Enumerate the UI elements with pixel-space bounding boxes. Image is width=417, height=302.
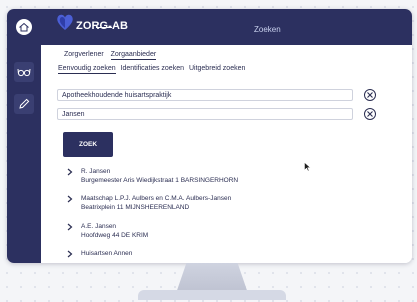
close-icon (367, 92, 373, 98)
close-icon (367, 111, 373, 117)
tab-eenvoudig-zoeken[interactable]: Eenvoudig zoeken (58, 65, 116, 74)
sidebar (7, 9, 41, 263)
search-name-field[interactable]: Jansen (57, 108, 353, 120)
glasses-icon (17, 68, 31, 77)
result-address: Burgemeester Aris Wiedijkstraat 1 BARSIN… (81, 177, 239, 184)
search-mode-tabs: Eenvoudig zoeken Identificaties zoeken U… (58, 65, 248, 74)
app-logo-text: ZORG-AB (76, 20, 129, 32)
clear-type-button[interactable] (364, 89, 376, 101)
logo-strike-line (96, 27, 112, 28)
main-content: Zorgverlener Zorgaanbieder Eenvoudig zoe… (41, 45, 412, 263)
monitor-screen: ZORG-AB Zoeken Zorgverlener Zorgaanbiede… (7, 9, 412, 263)
tab-zorgaanbieder[interactable]: Zorgaanbieder (110, 51, 157, 60)
header-bar: ZORG-AB Zoeken (41, 9, 412, 45)
monitor-base (138, 290, 286, 300)
chevron-right-icon (67, 195, 73, 203)
result-name: R. Jansen (81, 168, 111, 175)
search-button[interactable]: ZOEK (63, 132, 113, 157)
result-name: Huisartsen Annen (81, 250, 133, 257)
edit-nav-button[interactable] (14, 94, 34, 114)
chevron-right-icon (67, 223, 73, 231)
heart-logo-icon (57, 14, 73, 30)
tab-identificaties-zoeken[interactable]: Identificaties zoeken (121, 65, 184, 72)
pencil-icon (19, 98, 30, 109)
result-name: Maatschap L.P.J. Aulbers en C.M.A. Aulbe… (81, 195, 232, 202)
page-title: Zoeken (254, 25, 281, 34)
search-type-field[interactable]: Apotheekhoudende huisartspraktijk (57, 89, 353, 101)
home-button[interactable] (16, 19, 32, 35)
tab-zorgverlener[interactable]: Zorgverlener (64, 51, 104, 58)
result-address: Hoofdweg 44 DE KRIM (81, 232, 149, 239)
result-address: Beatrixplein 11 MIJNSHEERENLAND (81, 204, 190, 211)
chevron-right-icon (67, 250, 73, 258)
chevron-right-icon (67, 168, 73, 176)
provider-type-tabs: Zorgverlener Zorgaanbieder (64, 51, 161, 60)
mouse-cursor-icon (304, 162, 311, 172)
tab-uitgebreid-zoeken[interactable]: Uitgebreid zoeken (189, 65, 245, 72)
search-nav-button[interactable] (14, 62, 34, 82)
home-icon (19, 22, 29, 32)
clear-name-button[interactable] (364, 108, 376, 120)
result-name: A.E. Jansen (81, 223, 117, 230)
